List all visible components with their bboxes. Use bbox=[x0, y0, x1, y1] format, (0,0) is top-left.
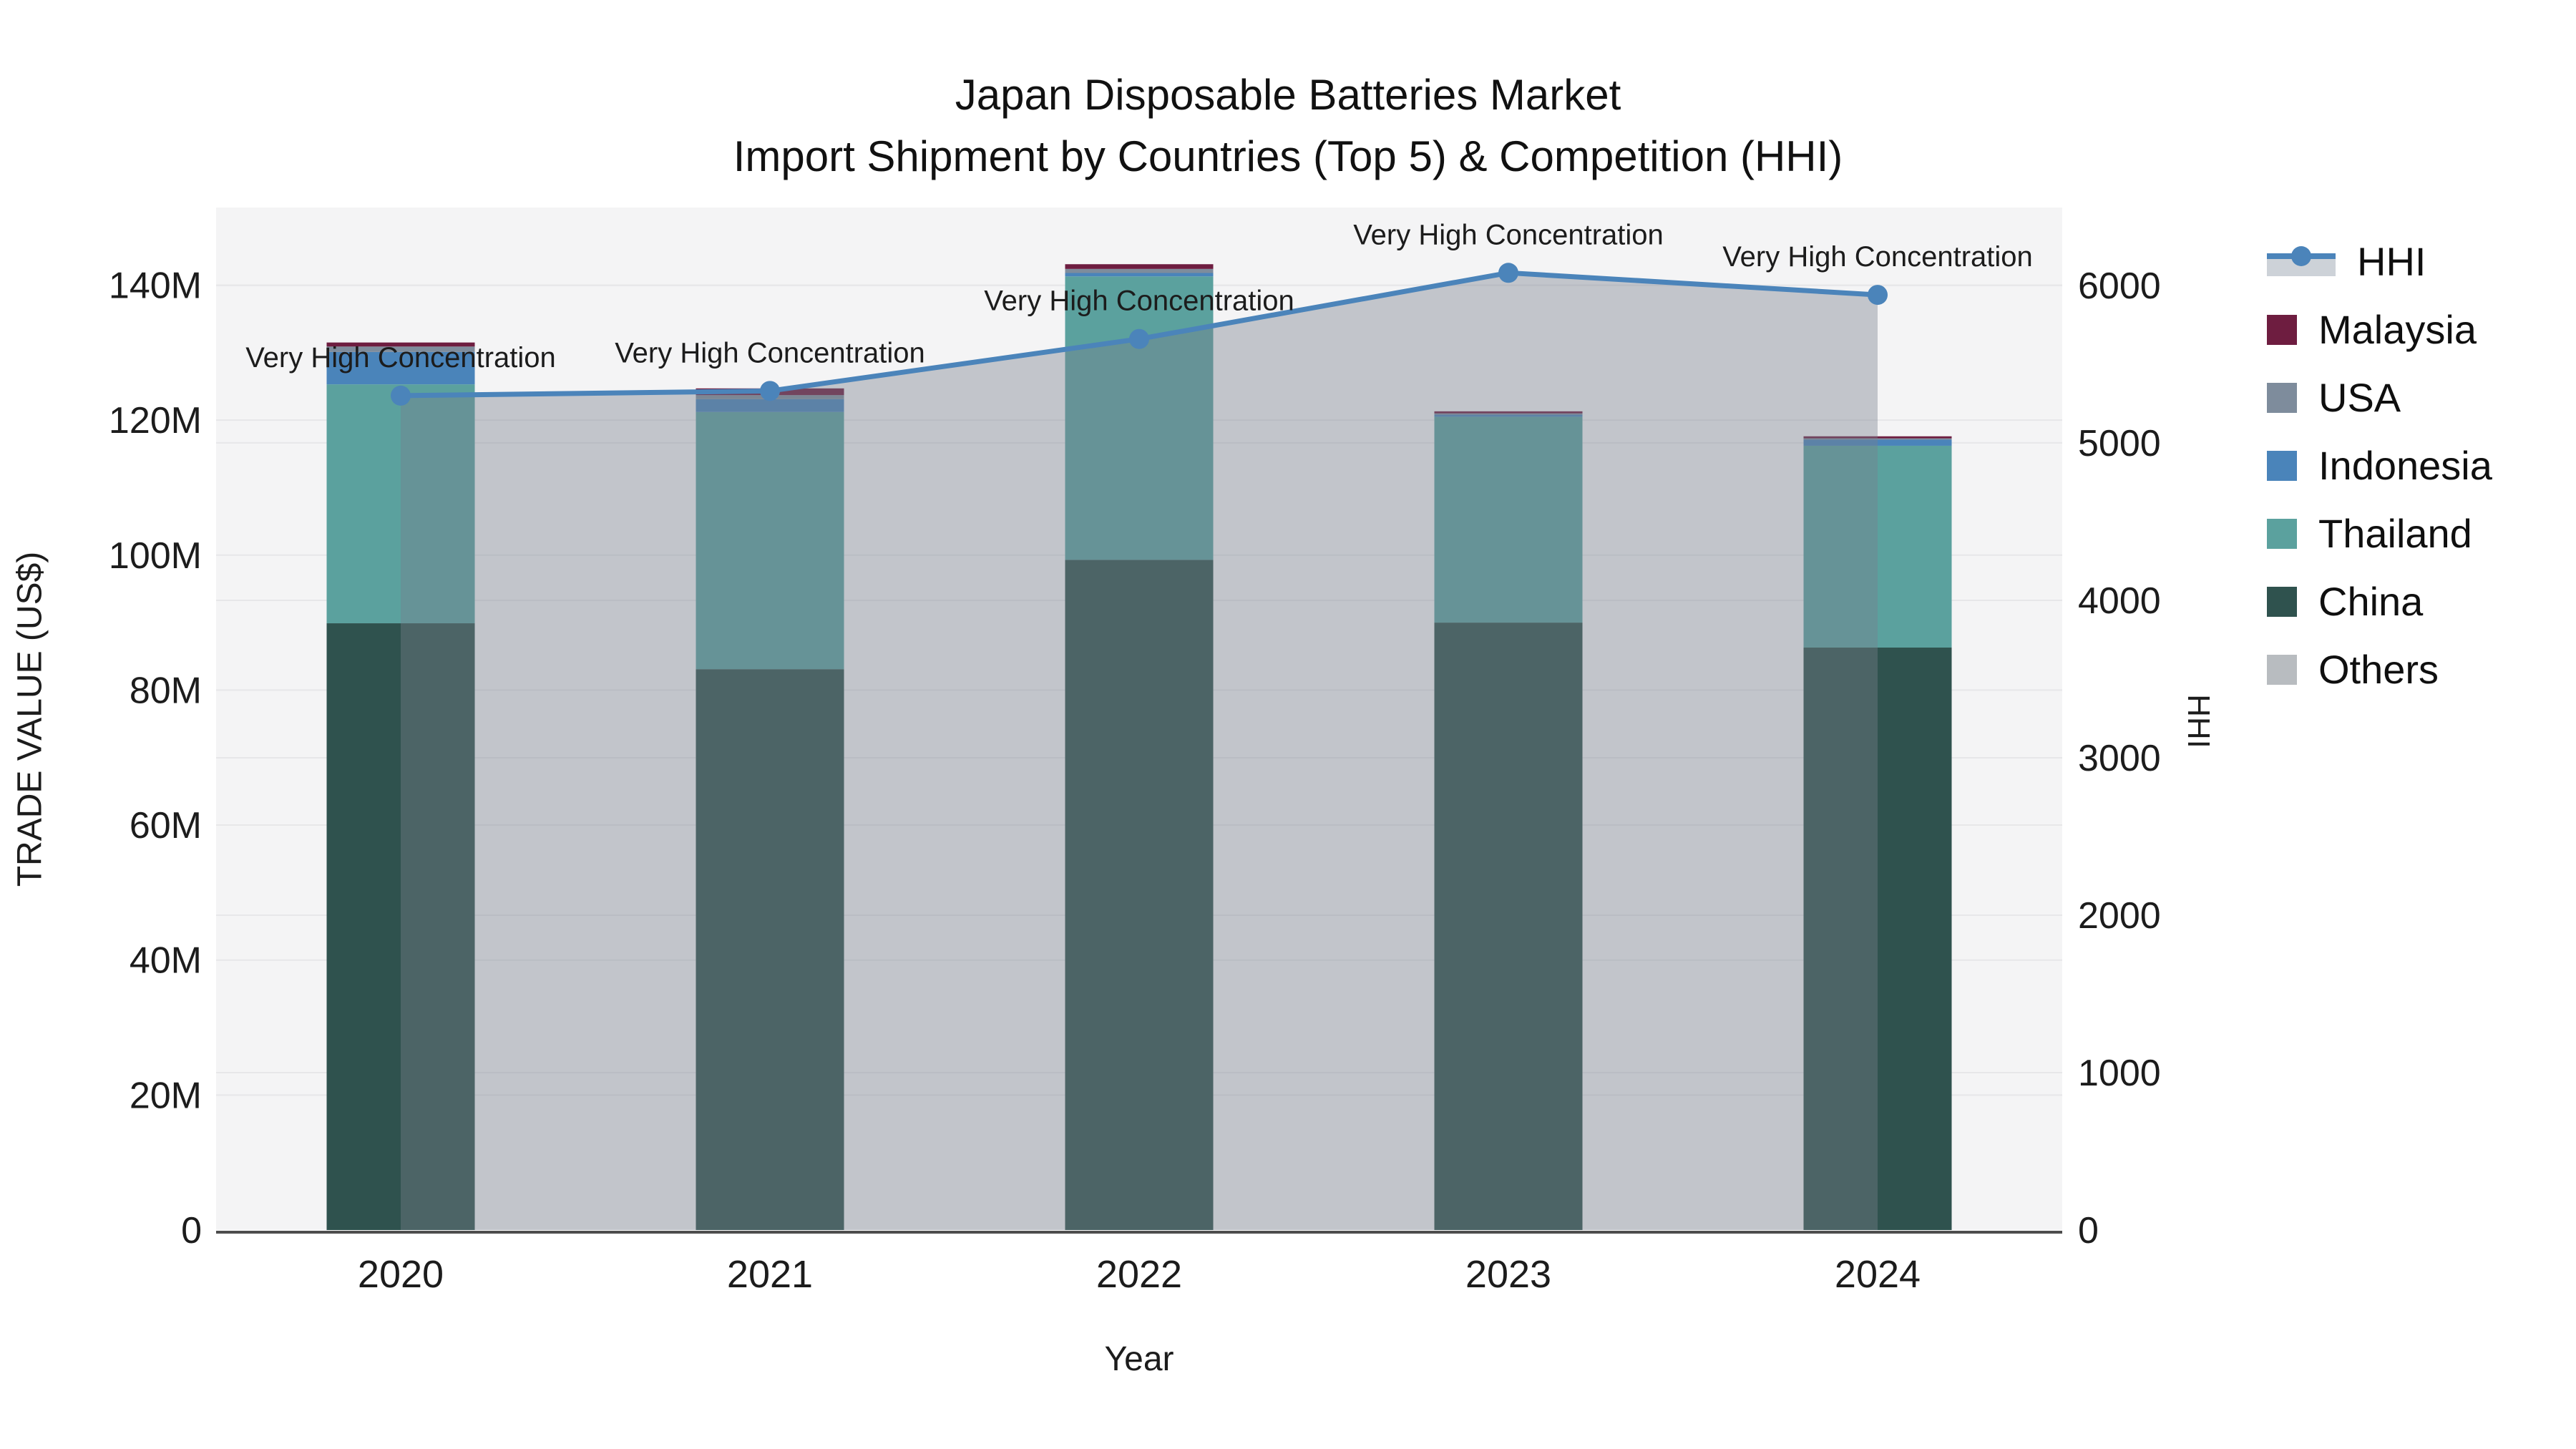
y-tick-right: 2000 bbox=[2078, 895, 2161, 937]
legend-label: China bbox=[2318, 579, 2424, 624]
y-axis-title-left: TRADE VALUE (US$) bbox=[11, 551, 49, 887]
hhi-marker-2021[interactable] bbox=[760, 381, 780, 401]
y-tick-right: 1000 bbox=[2078, 1053, 2161, 1094]
hhi-legend-symbol-icon bbox=[2267, 245, 2336, 278]
legend-item-malaysia[interactable]: Malaysia bbox=[2267, 296, 2492, 364]
legend-swatch-indonesia bbox=[2267, 450, 2297, 481]
legend-label: Indonesia bbox=[2318, 443, 2492, 488]
y-tick-left: 60M bbox=[130, 805, 202, 847]
hhi-area-fill[interactable] bbox=[401, 273, 1878, 1230]
legend-label: USA bbox=[2318, 375, 2401, 420]
hhi-marker-2023[interactable] bbox=[1498, 263, 1518, 283]
legend-item-hhi[interactable]: HHI bbox=[2267, 228, 2492, 296]
legend-label: HHI bbox=[2357, 239, 2426, 284]
y-tick-right: 0 bbox=[2078, 1210, 2099, 1252]
bar-segment-indonesia-2022[interactable] bbox=[1065, 273, 1214, 277]
bar-segment-malaysia-2022[interactable] bbox=[1065, 264, 1214, 269]
x-tick-2022: 2022 bbox=[1096, 1253, 1182, 1296]
legend-item-others[interactable]: Others bbox=[2267, 635, 2492, 703]
legend-item-indonesia[interactable]: Indonesia bbox=[2267, 431, 2492, 499]
y-tick-left: 120M bbox=[109, 400, 202, 441]
y-tick-left: 100M bbox=[109, 535, 202, 577]
legend-item-china[interactable]: China bbox=[2267, 567, 2492, 635]
y-tick-right: 6000 bbox=[2078, 265, 2161, 307]
hhi-marker-2022[interactable] bbox=[1129, 328, 1149, 349]
legend-label: Malaysia bbox=[2318, 307, 2477, 352]
x-tick-2020: 2020 bbox=[358, 1253, 444, 1296]
x-tick-2024: 2024 bbox=[1835, 1253, 1921, 1296]
legend-swatch-china bbox=[2267, 586, 2297, 617]
legend-swatch-others bbox=[2267, 654, 2297, 685]
legend-item-thailand[interactable]: Thailand bbox=[2267, 499, 2492, 567]
y-tick-left: 20M bbox=[130, 1075, 202, 1116]
hhi-marker-2020[interactable] bbox=[391, 385, 411, 406]
y-tick-left: 80M bbox=[130, 670, 202, 711]
y-tick-left: 0 bbox=[181, 1210, 202, 1252]
legend-swatch-usa bbox=[2267, 382, 2297, 413]
annotation-2021: Very High Concentration bbox=[615, 337, 925, 369]
annotation-2020: Very High Concentration bbox=[245, 342, 556, 374]
legend-swatch-malaysia bbox=[2267, 314, 2297, 345]
y-axis-title-right: HHI bbox=[2181, 694, 2216, 748]
annotation-2024: Very High Concentration bbox=[1722, 241, 2033, 273]
annotation-2023: Very High Concentration bbox=[1353, 219, 1664, 250]
x-axis-title: Year bbox=[1104, 1340, 1174, 1378]
hhi-marker-2024[interactable] bbox=[1868, 285, 1888, 306]
legend: HHI Malaysia USA Indonesia Thailand China Othe… bbox=[2267, 228, 2492, 703]
bar-segment-usa-2022[interactable] bbox=[1065, 268, 1214, 273]
y-tick-right: 3000 bbox=[2078, 738, 2161, 779]
legend-item-usa[interactable]: USA bbox=[2267, 364, 2492, 431]
legend-label: Thailand bbox=[2318, 511, 2472, 556]
y-tick-right: 4000 bbox=[2078, 580, 2161, 622]
x-tick-2023: 2023 bbox=[1465, 1253, 1551, 1296]
legend-swatch-thailand bbox=[2267, 518, 2297, 549]
annotation-2022: Very High Concentration bbox=[984, 286, 1294, 317]
x-tick-2021: 2021 bbox=[727, 1253, 813, 1296]
y-tick-right: 5000 bbox=[2078, 423, 2161, 464]
legend-label: Others bbox=[2318, 647, 2439, 692]
y-tick-left: 40M bbox=[130, 940, 202, 982]
y-tick-left: 140M bbox=[109, 265, 202, 306]
